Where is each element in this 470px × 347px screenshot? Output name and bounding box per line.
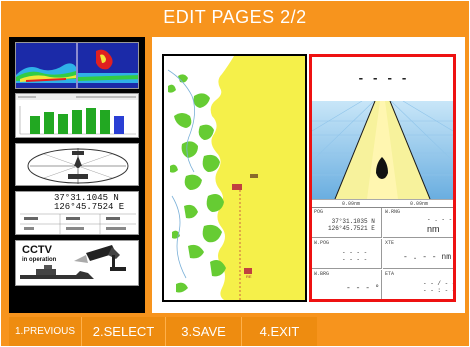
cell-wbrg-label: W.BRG bbox=[314, 271, 330, 277]
cell-wpog-value: - - - - - - - - bbox=[342, 249, 368, 263]
cell-wrng[interactable]: W.RNG - . - - nm bbox=[383, 208, 453, 238]
cell-xte-value: - . - - nm bbox=[403, 253, 452, 262]
previous-button[interactable]: 1.PREVIOUS bbox=[9, 317, 81, 346]
cell-wrng-value: - . - - bbox=[427, 216, 453, 223]
page-preview-panel: RE - - - - 0.09nm 0.09nm POG 37°31.1035 … bbox=[152, 37, 465, 313]
cell-eta-label: ETA bbox=[385, 271, 395, 277]
select-button[interactable]: 2.SELECT bbox=[81, 317, 165, 346]
highway-page-slot[interactable]: - - - - 0.09nm 0.09nm POG 37°31.1035 N 1… bbox=[309, 54, 456, 302]
cell-wrng-unit: nm bbox=[427, 224, 440, 234]
chart-page-slot[interactable]: RE bbox=[162, 54, 307, 302]
save-button[interactable]: 3.SAVE bbox=[165, 317, 241, 346]
cell-wbrg[interactable]: W.BRG - - - ° bbox=[312, 270, 382, 299]
cell-wbrg-value: - - - ° bbox=[346, 284, 380, 293]
svg-text:RE: RE bbox=[246, 274, 252, 279]
cell-eta-value: - - / - - - - : - - bbox=[423, 280, 456, 294]
softkey-bar: 1.PREVIOUS 2.SELECT 3.SAVE 4.EXIT bbox=[1, 317, 469, 346]
bar-graph-image bbox=[16, 94, 138, 135]
cell-xte[interactable]: XTE - . - - nm bbox=[383, 239, 453, 269]
exit-button[interactable]: 4.EXIT bbox=[241, 317, 317, 346]
data-cells-grid: POG 37°31.1035 N 126°45.7521 E W.RNG - .… bbox=[312, 207, 453, 299]
cell-eta[interactable]: ETA - - / - - - - : - - bbox=[383, 270, 456, 299]
cell-xte-label: XTE bbox=[385, 240, 395, 246]
cell-wpog[interactable]: W.POG - - - - - - - - bbox=[312, 239, 382, 269]
thumbnail-cctv-page[interactable]: CCTV in operation bbox=[15, 240, 139, 286]
thumbnail-bargraph-page[interactable] bbox=[15, 93, 139, 138]
highway-header: - - - - bbox=[312, 57, 453, 101]
nautical-chart-image: RE bbox=[164, 56, 305, 300]
range-scale: 0.09nm 0.09nm bbox=[312, 199, 453, 207]
thumbnail-compass-page[interactable] bbox=[15, 143, 139, 186]
cell-pog[interactable]: POG 37°31.1035 N 126°45.7521 E bbox=[312, 208, 382, 238]
thumbnail-sonar-page[interactable] bbox=[15, 42, 139, 89]
sonar-image bbox=[16, 43, 138, 88]
readout-grid bbox=[20, 213, 136, 234]
cell-pog-value: 37°31.1035 N 126°45.7521 E bbox=[328, 218, 375, 232]
compass-image bbox=[27, 148, 129, 184]
thumbnail-position-page[interactable]: 37°31.1045 N 126°45.7524 E bbox=[15, 191, 139, 235]
highway-view-image bbox=[312, 101, 453, 199]
edit-pages-window: EDIT PAGES 2/2 37°31.1045 N 126°45.7524 … bbox=[1, 1, 469, 346]
cell-pog-label: POG bbox=[314, 209, 324, 215]
cctv-camera-icon bbox=[20, 245, 126, 279]
cell-wrng-label: W.RNG bbox=[385, 209, 401, 215]
page-thumbnail-list: 37°31.1045 N 126°45.7524 E CCTV in opera… bbox=[9, 37, 145, 313]
page-title: EDIT PAGES 2/2 bbox=[163, 7, 307, 27]
cell-wpog-label: W.POG bbox=[314, 240, 330, 246]
